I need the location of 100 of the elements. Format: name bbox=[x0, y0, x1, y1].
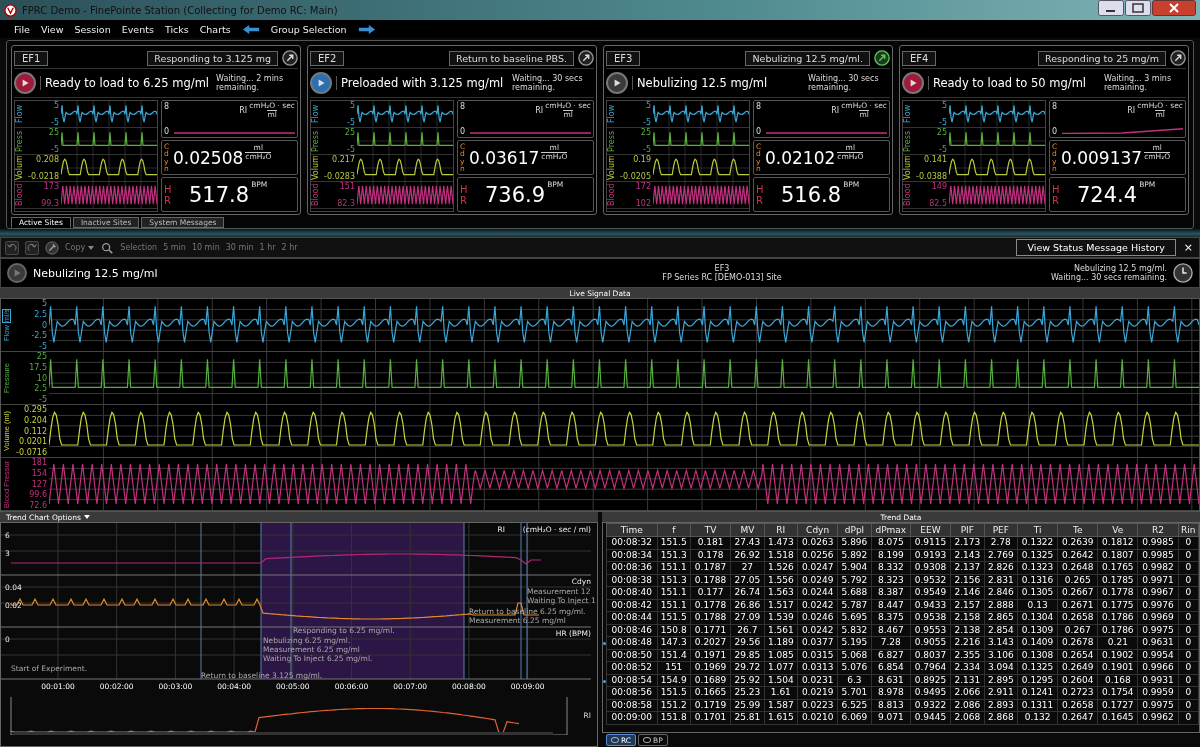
table-cell: 0.9976 bbox=[1137, 599, 1179, 612]
column-header[interactable]: MV bbox=[730, 523, 765, 537]
table-cell: 0.9982 bbox=[1137, 561, 1179, 574]
table-cell: 0.1785 bbox=[1097, 574, 1138, 587]
menu-item[interactable]: Events bbox=[121, 23, 154, 35]
axis-tick: -5 bbox=[39, 342, 47, 351]
table-cell: 0.1727 bbox=[1097, 699, 1138, 712]
table-cell: 0.2649 bbox=[1057, 661, 1098, 674]
table-cell: 2.086 bbox=[950, 699, 985, 712]
column-header[interactable]: EEW bbox=[910, 523, 951, 537]
menu-item[interactable]: Session bbox=[74, 23, 111, 35]
zoom-icon[interactable] bbox=[100, 240, 115, 255]
column-header[interactable]: dPpl bbox=[837, 523, 872, 537]
table-cell: 2.157 bbox=[950, 599, 985, 612]
column-header[interactable]: PEF bbox=[984, 523, 1018, 537]
hr-value: 517.8 bbox=[189, 182, 250, 207]
table-cell: 0.1775 bbox=[1097, 599, 1138, 612]
menu-item[interactable]: File bbox=[14, 23, 30, 35]
table-cell: 0.0263 bbox=[797, 536, 838, 549]
table-cell: 0 bbox=[1178, 599, 1199, 612]
table-cell: 1.587 bbox=[764, 699, 798, 712]
table-cell: 0.1316 bbox=[1017, 574, 1058, 587]
waiting-text: Waiting... 2 mins remaining. bbox=[216, 73, 285, 93]
table-cell: 2.173 bbox=[950, 536, 985, 549]
table-cell: 25.23 bbox=[730, 686, 765, 699]
undo-icon[interactable] bbox=[5, 240, 19, 255]
left-arrow-icon[interactable] bbox=[241, 23, 260, 35]
right-arrow-icon[interactable] bbox=[357, 23, 376, 35]
table-cell: 0.178 bbox=[690, 549, 731, 562]
close-icon[interactable] bbox=[1152, 0, 1196, 16]
table-cell: 0.1308 bbox=[1017, 649, 1058, 662]
column-header[interactable]: RI bbox=[764, 523, 798, 537]
table-cell: 27.09 bbox=[730, 611, 765, 624]
column-header[interactable]: Time bbox=[606, 523, 657, 537]
table-cell: 0.1311 bbox=[1017, 699, 1058, 712]
axis-tick: 82.3 bbox=[337, 199, 355, 208]
axis-tick: -5 bbox=[939, 145, 947, 154]
table-cell: 0.2647 bbox=[1057, 711, 1098, 724]
redo-icon[interactable] bbox=[25, 240, 39, 255]
selection-button[interactable]: Selection bbox=[120, 243, 158, 252]
column-header[interactable]: Ti bbox=[1017, 523, 1058, 537]
column-header[interactable]: Ve bbox=[1097, 523, 1138, 537]
axis-tick: -5 bbox=[939, 118, 947, 127]
axis-tick: 172 bbox=[635, 182, 651, 191]
time-range-button[interactable]: 2 hr bbox=[281, 243, 298, 252]
axis-tick: -0.0205 bbox=[620, 172, 651, 181]
table-cell: 0.2671 bbox=[1057, 599, 1098, 612]
menu-item[interactable]: Charts bbox=[199, 23, 231, 35]
axis-tick: 173 bbox=[43, 182, 59, 191]
table-cell: 8.447 bbox=[871, 599, 911, 612]
column-header[interactable]: dPmax bbox=[871, 523, 911, 537]
caret-icon[interactable] bbox=[83, 515, 90, 519]
axis-tick: 5 bbox=[349, 101, 355, 110]
table-cell: 00:08:52 bbox=[606, 661, 657, 674]
axis-tick: 0.204 bbox=[24, 415, 47, 425]
status-history-button[interactable]: View Status Message History bbox=[1016, 239, 1176, 256]
column-header[interactable]: Te bbox=[1057, 523, 1098, 537]
minimize-icon[interactable] bbox=[1098, 0, 1124, 16]
window-title: FPRC Demo - FinePointe Station (Collecting for Demo RC: Main) bbox=[22, 4, 338, 16]
play-button[interactable] bbox=[14, 72, 36, 94]
menu-item[interactable]: Ticks bbox=[164, 23, 189, 35]
site-message: Nebulizing 12.5 mg/ml bbox=[33, 266, 159, 280]
table-cell: 0.2027 bbox=[690, 636, 731, 649]
time-range-button[interactable]: 5 min bbox=[163, 243, 186, 252]
table-cell: 151.5 bbox=[657, 536, 691, 549]
column-header[interactable]: R2 bbox=[1137, 523, 1179, 537]
table-cell: 0.9971 bbox=[1137, 574, 1179, 587]
time-range-button[interactable]: 10 min bbox=[191, 243, 220, 252]
table-cell: 0.181 bbox=[690, 536, 731, 549]
column-header[interactable]: TV bbox=[690, 523, 731, 537]
group-selection-label[interactable]: Group Selection bbox=[270, 23, 347, 35]
column-header[interactable]: Cdyn bbox=[797, 523, 838, 537]
maximize-icon[interactable] bbox=[1125, 0, 1151, 16]
table-cell: 150.8 bbox=[657, 624, 691, 637]
table-cell: 0.9553 bbox=[910, 624, 951, 637]
status-box: Responding to 3.125 mg bbox=[147, 50, 278, 66]
scrollbar[interactable] bbox=[13, 732, 553, 735]
clock-icon[interactable] bbox=[1173, 263, 1193, 283]
table-cell: 27.05 bbox=[730, 574, 765, 587]
caret-icon[interactable] bbox=[88, 245, 95, 250]
hr-value: 736.9 bbox=[485, 182, 546, 207]
copy-dropdown[interactable]: Copy bbox=[65, 243, 86, 252]
time-range-button[interactable]: 1 hr bbox=[259, 243, 276, 252]
axis-tick: -5 bbox=[51, 118, 59, 127]
hr-label: HR bbox=[756, 183, 765, 206]
table-cell: 1.556 bbox=[764, 574, 798, 587]
play-button[interactable] bbox=[902, 72, 924, 94]
play-button[interactable] bbox=[606, 72, 628, 94]
menu-item[interactable]: View bbox=[40, 23, 64, 35]
axis-tick: 0.0201 bbox=[19, 437, 47, 447]
table-cell: 0.168 bbox=[1097, 674, 1138, 687]
column-header[interactable]: PIF bbox=[950, 523, 985, 537]
wrench-icon[interactable] bbox=[45, 240, 59, 255]
table-cell: 0.9959 bbox=[1137, 686, 1179, 699]
time-range-button[interactable]: 30 min bbox=[225, 243, 254, 252]
play-button[interactable] bbox=[310, 72, 332, 94]
table-cell: 6.854 bbox=[871, 661, 911, 674]
column-header[interactable]: f bbox=[657, 523, 691, 537]
table-cell: 29.72 bbox=[730, 661, 765, 674]
site-name: EF4 bbox=[902, 50, 937, 66]
